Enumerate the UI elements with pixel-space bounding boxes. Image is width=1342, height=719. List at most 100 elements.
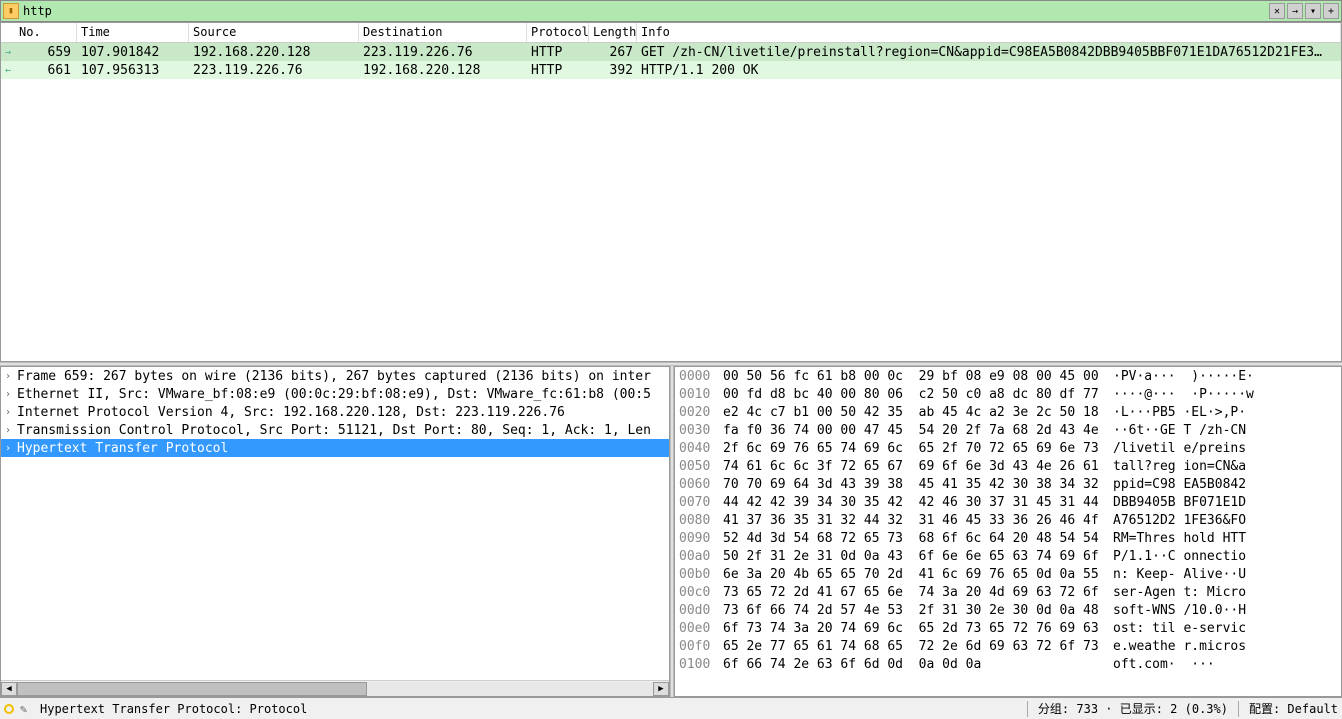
hex-ascii: /livetil e/preins: [1113, 441, 1337, 459]
tree-label: Ethernet II, Src: VMware_bf:08:e9 (00:0c…: [17, 387, 651, 402]
tree-row[interactable]: ›Frame 659: 267 bytes on wire (2136 bits…: [1, 367, 669, 385]
hex-ascii: ·L···PB5 ·EL·>,P·: [1113, 405, 1337, 423]
hex-offset: 0030: [679, 423, 723, 441]
hex-row[interactable]: 00f065 2e 77 65 61 74 68 65 72 2e 6d 69 …: [679, 639, 1337, 657]
status-field-info: Hypertext Transfer Protocol: Protocol: [40, 702, 307, 716]
hex-row[interactable]: 005074 61 6c 6c 3f 72 65 67 69 6f 6e 3d …: [679, 459, 1337, 477]
hex-row[interactable]: 00b06e 3a 20 4b 65 65 70 2d 41 6c 69 76 …: [679, 567, 1337, 585]
column-source[interactable]: Source: [189, 23, 359, 42]
hex-row[interactable]: 00c073 65 72 2d 41 67 65 6e 74 3a 20 4d …: [679, 585, 1337, 603]
packet-row[interactable]: ←661107.956313223.119.226.76192.168.220.…: [1, 61, 1341, 79]
tree-scrollbar[interactable]: ◀ ▶: [1, 680, 669, 696]
hex-bytes: 6f 73 74 3a 20 74 69 6c 65 2d 73 65 72 7…: [723, 621, 1113, 639]
hex-row[interactable]: 00402f 6c 69 76 65 74 69 6c 65 2f 70 72 …: [679, 441, 1337, 459]
hex-ascii: ·PV·a··· )·····E·: [1113, 369, 1337, 387]
hex-bytes: 44 42 42 39 34 30 35 42 42 46 30 37 31 4…: [723, 495, 1113, 513]
expert-info-icon[interactable]: [4, 704, 14, 714]
hex-offset: 00d0: [679, 603, 723, 621]
hex-row[interactable]: 01006f 66 74 2e 63 6f 6d 0d 0a 0d 0aoft.…: [679, 657, 1337, 675]
scroll-right-icon[interactable]: ▶: [653, 682, 669, 696]
cell-time: 107.956313: [77, 63, 189, 78]
status-profile[interactable]: 配置: Default: [1249, 700, 1338, 717]
column-no[interactable]: No.: [15, 23, 77, 42]
hex-offset: 00c0: [679, 585, 723, 603]
packet-row[interactable]: →659107.901842192.168.220.128223.119.226…: [1, 43, 1341, 61]
apply-filter-button[interactable]: →: [1287, 3, 1303, 19]
status-bar: ✎ Hypertext Transfer Protocol: Protocol …: [0, 697, 1342, 719]
hex-row[interactable]: 00d073 6f 66 74 2d 57 4e 53 2f 31 30 2e …: [679, 603, 1337, 621]
column-info[interactable]: Info: [637, 23, 1341, 42]
tree-row[interactable]: ›Ethernet II, Src: VMware_bf:08:e9 (00:0…: [1, 385, 669, 403]
cell-protocol: HTTP: [527, 63, 589, 78]
tree-row[interactable]: ›Transmission Control Protocol, Src Port…: [1, 421, 669, 439]
tree-label: Transmission Control Protocol, Src Port:…: [17, 423, 651, 438]
cell-length: 392: [589, 63, 637, 78]
column-destination[interactable]: Destination: [359, 23, 527, 42]
cell-length: 267: [589, 45, 637, 60]
column-protocol[interactable]: Protocol: [527, 23, 589, 42]
hex-ascii: soft-WNS /10.0··H: [1113, 603, 1337, 621]
hex-row[interactable]: 008041 37 36 35 31 32 44 32 31 46 45 33 …: [679, 513, 1337, 531]
display-filter-bar: ▮ ✕ → ▾ +: [0, 0, 1342, 22]
scrollbar-thumb[interactable]: [17, 682, 367, 696]
hex-bytes: 73 6f 66 74 2d 57 4e 53 2f 31 30 2e 30 0…: [723, 603, 1113, 621]
hex-row[interactable]: 0030fa f0 36 74 00 00 47 45 54 20 2f 7a …: [679, 423, 1337, 441]
expand-icon[interactable]: ›: [5, 389, 17, 400]
cell-protocol: HTTP: [527, 45, 589, 60]
cell-info: GET /zh-CN/livetile/preinstall?region=CN…: [637, 45, 1341, 60]
expand-icon[interactable]: ›: [5, 443, 17, 454]
hex-offset: 0010: [679, 387, 723, 405]
hex-ascii: n: Keep- Alive··U: [1113, 567, 1337, 585]
hex-offset: 0070: [679, 495, 723, 513]
cell-info: HTTP/1.1 200 OK: [637, 63, 1341, 78]
column-time[interactable]: Time: [77, 23, 189, 42]
scroll-left-icon[interactable]: ◀: [1, 682, 17, 696]
clear-filter-button[interactable]: ✕: [1269, 3, 1285, 19]
tree-label: Hypertext Transfer Protocol: [17, 441, 228, 456]
hex-bytes: 50 2f 31 2e 31 0d 0a 43 6f 6e 6e 65 63 7…: [723, 549, 1113, 567]
hex-bytes: 52 4d 3d 54 68 72 65 73 68 6f 6c 64 20 4…: [723, 531, 1113, 549]
hex-ascii: ····@··· ·P·····w: [1113, 387, 1337, 405]
edit-icon[interactable]: ✎: [20, 702, 34, 716]
tree-row[interactable]: ›Internet Protocol Version 4, Src: 192.1…: [1, 403, 669, 421]
filter-history-button[interactable]: ▾: [1305, 3, 1321, 19]
hex-ascii: A76512D2 1FE36&FO: [1113, 513, 1337, 531]
tree-row[interactable]: ›Hypertext Transfer Protocol: [1, 439, 669, 457]
hex-offset: 0060: [679, 477, 723, 495]
expand-icon[interactable]: ›: [5, 407, 17, 418]
add-filter-button[interactable]: +: [1323, 3, 1339, 19]
tree-label: Frame 659: 267 bytes on wire (2136 bits)…: [17, 369, 651, 384]
cell-destination: 192.168.220.128: [359, 63, 527, 78]
expand-icon[interactable]: ›: [5, 425, 17, 436]
hex-row[interactable]: 00e06f 73 74 3a 20 74 69 6c 65 2d 73 65 …: [679, 621, 1337, 639]
expand-icon[interactable]: ›: [5, 371, 17, 382]
hex-row[interactable]: 000000 50 56 fc 61 b8 00 0c 29 bf 08 e9 …: [679, 369, 1337, 387]
hex-ascii: ··6t··GE T /zh-CN: [1113, 423, 1337, 441]
hex-row[interactable]: 00a050 2f 31 2e 31 0d 0a 43 6f 6e 6e 65 …: [679, 549, 1337, 567]
hex-row[interactable]: 009052 4d 3d 54 68 72 65 73 68 6f 6c 64 …: [679, 531, 1337, 549]
hex-bytes: 00 50 56 fc 61 b8 00 0c 29 bf 08 e9 08 0…: [723, 369, 1113, 387]
hex-bytes: 00 fd d8 bc 40 00 80 06 c2 50 c0 a8 dc 8…: [723, 387, 1113, 405]
bottom-panes: ›Frame 659: 267 bytes on wire (2136 bits…: [0, 366, 1342, 697]
hex-bytes: 70 70 69 64 3d 43 39 38 45 41 35 42 30 3…: [723, 477, 1113, 495]
packet-rows[interactable]: →659107.901842192.168.220.128223.119.226…: [1, 43, 1341, 361]
cell-time: 107.901842: [77, 45, 189, 60]
filter-controls: ✕ → ▾ +: [1269, 3, 1339, 19]
hex-ascii: RM=Thres hold HTT: [1113, 531, 1337, 549]
hex-row[interactable]: 001000 fd d8 bc 40 00 80 06 c2 50 c0 a8 …: [679, 387, 1337, 405]
hex-bytes: 6f 66 74 2e 63 6f 6d 0d 0a 0d 0a: [723, 657, 1113, 675]
packet-list-pane: No. Time Source Destination Protocol Len…: [0, 22, 1342, 362]
packet-details-tree[interactable]: ›Frame 659: 267 bytes on wire (2136 bits…: [1, 367, 669, 680]
direction-icon: ←: [1, 61, 15, 79]
hex-offset: 00b0: [679, 567, 723, 585]
hex-row[interactable]: 007044 42 42 39 34 30 35 42 42 46 30 37 …: [679, 495, 1337, 513]
hex-row[interactable]: 0020e2 4c c7 b1 00 50 42 35 ab 45 4c a2 …: [679, 405, 1337, 423]
packet-bytes-pane[interactable]: 000000 50 56 fc 61 b8 00 0c 29 bf 08 e9 …: [674, 366, 1342, 697]
column-length[interactable]: Length: [589, 23, 637, 42]
hex-row[interactable]: 006070 70 69 64 3d 43 39 38 45 41 35 42 …: [679, 477, 1337, 495]
display-filter-input[interactable]: [19, 1, 1269, 21]
cell-no: 659: [15, 45, 77, 60]
status-packet-count: 分组: 733 · 已显示: 2 (0.3%): [1038, 700, 1228, 717]
bookmark-icon[interactable]: ▮: [3, 3, 19, 19]
hex-bytes: 73 65 72 2d 41 67 65 6e 74 3a 20 4d 69 6…: [723, 585, 1113, 603]
